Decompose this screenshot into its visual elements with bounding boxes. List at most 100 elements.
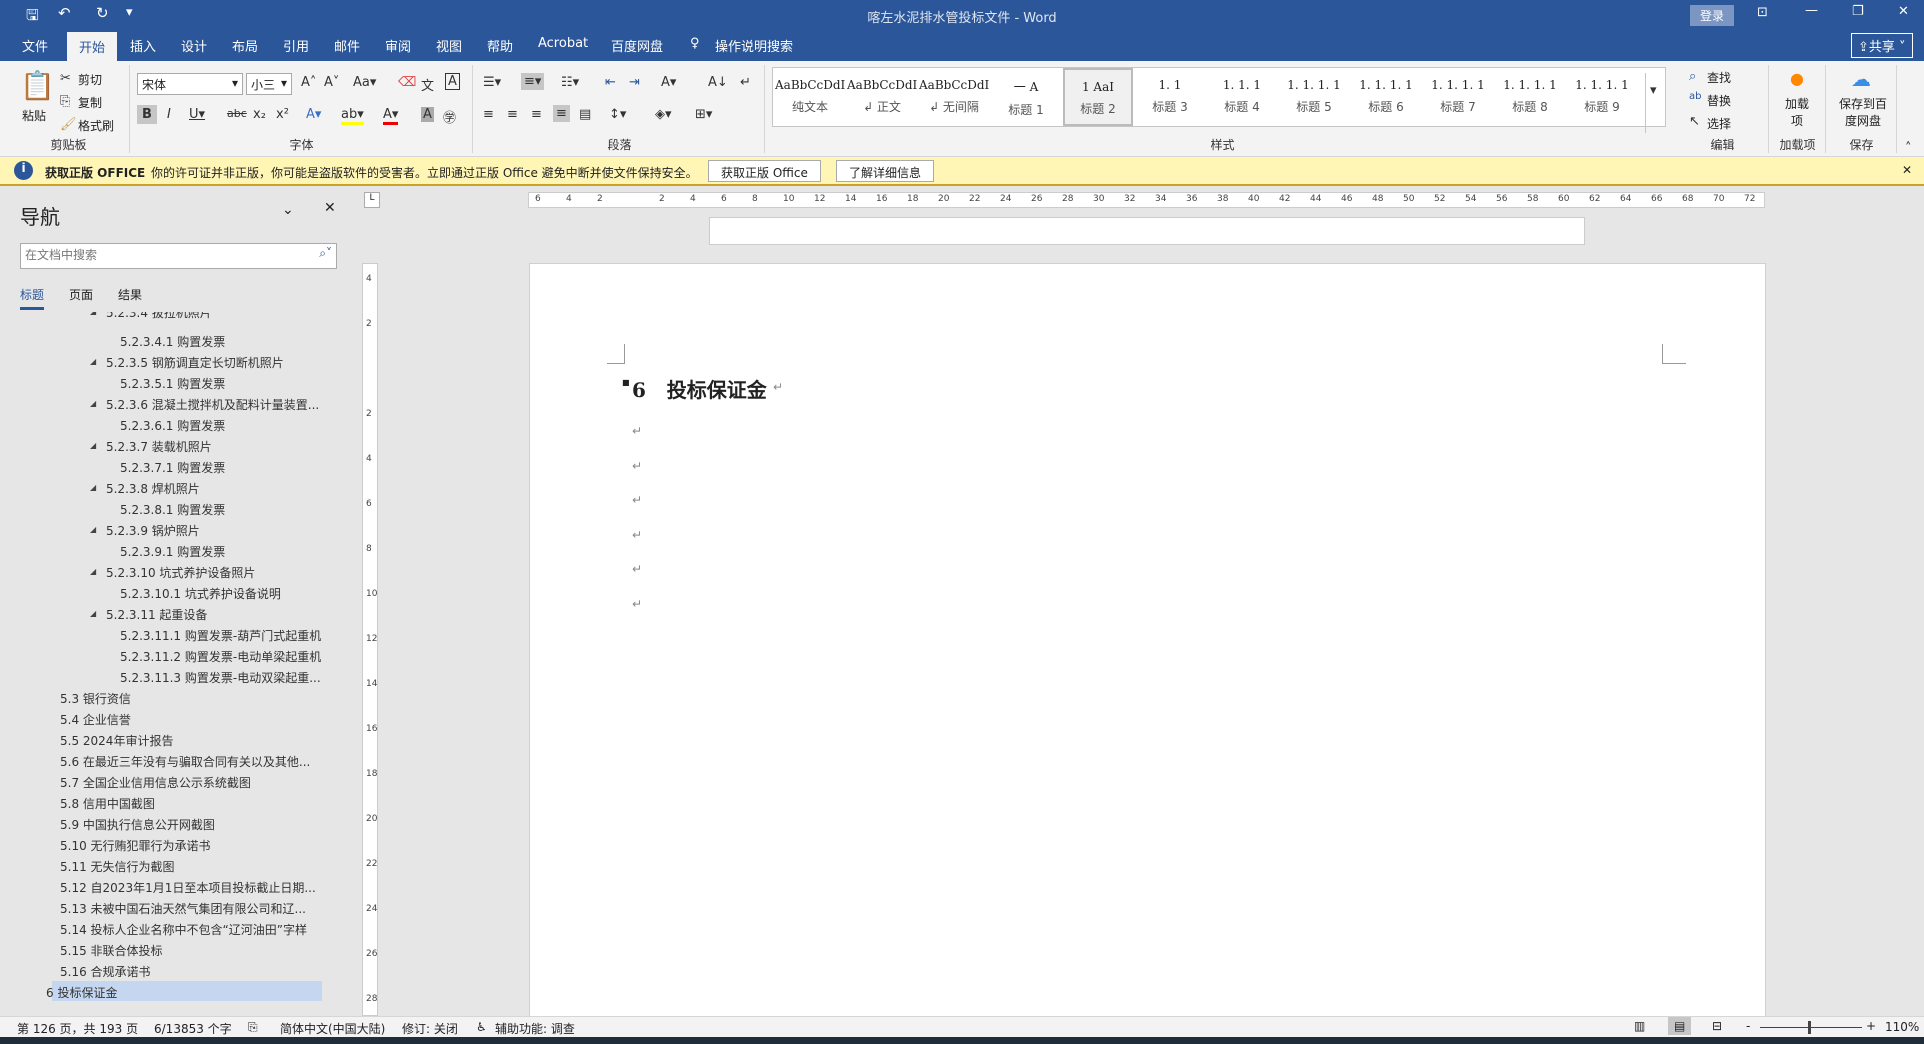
- nav-heading-item[interactable]: 5.16 合规承诺书: [60, 963, 151, 980]
- login-button[interactable]: 登录: [1690, 5, 1735, 26]
- nav-heading-item[interactable]: 5.2.3.5 钢筋调直定长切断机照片: [106, 354, 284, 371]
- tab-help[interactable]: 帮助: [487, 36, 513, 55]
- align-right-icon[interactable]: ≡: [531, 107, 542, 122]
- infobar-close-icon[interactable]: ✕: [1902, 163, 1912, 177]
- nav-heading-item[interactable]: 5.2.3.7 装载机照片: [106, 438, 212, 455]
- nav-heading-item[interactable]: 5.2.3.10 坑式养护设备照片: [106, 564, 255, 581]
- sort-icon[interactable]: A↓: [708, 75, 728, 90]
- tell-me-search[interactable]: 操作说明搜索: [715, 36, 793, 55]
- bullets-icon[interactable]: ☰▾: [483, 75, 501, 90]
- tab-mailings[interactable]: 邮件: [334, 36, 360, 55]
- enclose-char-icon[interactable]: ㊫: [443, 107, 456, 126]
- style-7[interactable]: 1. 1. 1. 1 标题 5: [1279, 68, 1349, 126]
- collapse-triangle-icon[interactable]: ◢: [90, 357, 96, 366]
- nav-heading-item[interactable]: 5.15 非联合体投标: [60, 942, 163, 959]
- collapse-triangle-icon[interactable]: ◢: [90, 567, 96, 576]
- page-count[interactable]: 第 126 页，共 193 页: [17, 1020, 138, 1037]
- numbering-icon[interactable]: ≡▾: [521, 73, 545, 90]
- subscript-icon[interactable]: x₂: [253, 107, 266, 122]
- superscript-icon[interactable]: x²: [276, 107, 289, 122]
- increase-indent-icon[interactable]: ⇥: [629, 75, 640, 90]
- print-layout-icon[interactable]: ▤: [1668, 1017, 1692, 1035]
- nav-heading-item[interactable]: 5.2.3.6 混凝土搅拌机及配料计量装置...: [106, 396, 319, 413]
- get-genuine-button[interactable]: 获取正版 Office: [708, 160, 821, 182]
- style-0[interactable]: AaBbCcDdI 纯文本: [775, 68, 845, 126]
- document-heading[interactable]: 6 投标保证金: [632, 374, 767, 403]
- nav-heading-item[interactable]: 5.12 自2023年1月1日至本项目投标截止日期...: [60, 879, 316, 896]
- strikethrough-icon[interactable]: abc: [227, 107, 247, 120]
- collapse-ribbon-icon[interactable]: ˄: [1905, 141, 1912, 156]
- style-3[interactable]: 一 A 标题 1: [991, 68, 1061, 126]
- format-painter-button[interactable]: 格式刷: [78, 117, 114, 134]
- char-border-icon[interactable]: A: [445, 73, 460, 90]
- line-spacing-icon[interactable]: ↕▾: [609, 107, 626, 122]
- italic-icon[interactable]: I: [167, 107, 171, 122]
- track-changes[interactable]: 修订: 关闭: [402, 1020, 458, 1037]
- style-4[interactable]: 1 AaI 标题 2: [1063, 68, 1133, 126]
- paste-icon[interactable]: 📋: [20, 69, 55, 102]
- nav-close-icon[interactable]: ✕: [324, 200, 336, 216]
- zoom-slider-thumb[interactable]: [1808, 1021, 1811, 1034]
- nav-tab-results[interactable]: 结果: [118, 286, 142, 303]
- document-page[interactable]: ■ 6 投标保证金 ↵ ↵ ↵ ↵ ↵ ↵ ↵: [529, 263, 1766, 1023]
- select-button[interactable]: 选择: [1707, 115, 1731, 132]
- font-color-icon[interactable]: A▾: [383, 107, 399, 125]
- nav-search-input[interactable]: 在文档中搜索 ⌕˅: [20, 243, 337, 269]
- highlight-icon[interactable]: ab▾: [341, 107, 364, 125]
- nav-heading-item[interactable]: 5.5 2024年审计报告: [60, 732, 173, 749]
- tab-file[interactable]: 文件: [22, 36, 48, 55]
- tab-references[interactable]: 引用: [283, 36, 309, 55]
- styles-more-icon[interactable]: ▾: [1645, 73, 1661, 133]
- grow-font-icon[interactable]: A˄: [301, 75, 316, 90]
- tab-layout[interactable]: 布局: [232, 36, 258, 55]
- font-name-select[interactable]: 宋体 ▾: [137, 73, 243, 95]
- nav-heading-item[interactable]: 5.3 银行资信: [60, 690, 131, 707]
- char-shading-icon[interactable]: A: [421, 107, 434, 122]
- read-mode-icon[interactable]: ▥: [1634, 1019, 1645, 1033]
- asian-layout-icon[interactable]: A▾: [661, 75, 676, 90]
- decrease-indent-icon[interactable]: ⇤: [605, 75, 616, 90]
- zoom-level[interactable]: 110%: [1885, 1020, 1919, 1034]
- tab-design[interactable]: 设计: [181, 36, 207, 55]
- nav-heading-item[interactable]: 5.7 全国企业信用信息公示系统截图: [60, 774, 251, 791]
- word-count[interactable]: 6/13853 个字: [154, 1020, 232, 1037]
- collapse-triangle-icon[interactable]: ◢: [90, 483, 96, 492]
- nav-tab-pages[interactable]: 页面: [69, 286, 93, 303]
- addins-button[interactable]: 加载项: [1782, 95, 1812, 129]
- change-case-icon[interactable]: Aa▾: [353, 75, 376, 90]
- learn-more-button[interactable]: 了解详细信息: [836, 160, 935, 182]
- nav-heading-item[interactable]: 5.2.3.10.1 坑式养护设备说明: [120, 585, 281, 602]
- collapse-triangle-icon[interactable]: ◢: [90, 312, 96, 316]
- paste-button[interactable]: 粘贴: [22, 107, 46, 124]
- shrink-font-icon[interactable]: A˅: [324, 75, 339, 90]
- nav-heading-item[interactable]: 5.10 无行贿犯罪行为承诺书: [60, 837, 211, 854]
- bold-icon[interactable]: B: [137, 105, 157, 124]
- collapse-triangle-icon[interactable]: ◢: [90, 609, 96, 618]
- minimize-icon[interactable]: —: [1805, 3, 1818, 18]
- nav-heading-item[interactable]: 5.2.3.4.1 购置发票: [120, 333, 225, 350]
- style-9[interactable]: 1. 1. 1. 1 标题 7: [1423, 68, 1493, 126]
- show-marks-icon[interactable]: ↵: [740, 75, 751, 90]
- style-2[interactable]: AaBbCcDdI ↲ 无间隔: [919, 68, 989, 126]
- font-size-select[interactable]: 小三 ▾: [246, 73, 292, 95]
- shading-icon[interactable]: ◈▾: [655, 107, 672, 122]
- accessibility-status[interactable]: 辅助功能: 调查: [495, 1020, 575, 1037]
- borders-icon[interactable]: ⊞▾: [695, 107, 712, 122]
- style-1[interactable]: AaBbCcDdI ↲ 正文: [847, 68, 917, 126]
- tab-review[interactable]: 审阅: [385, 36, 411, 55]
- vertical-ruler[interactable]: 4 2 2 4 6 8 10 12 14 16 18 20 22 24 26 28: [362, 263, 378, 1016]
- style-5[interactable]: 1. 1 标题 3: [1135, 68, 1205, 126]
- align-center-icon[interactable]: ≡: [507, 107, 518, 122]
- nav-heading-item[interactable]: 5.2.3.11.2 购置发票-电动单梁起重机: [120, 648, 321, 665]
- web-layout-icon[interactable]: ⊟: [1712, 1019, 1722, 1033]
- collapse-triangle-icon[interactable]: ◢: [90, 525, 96, 534]
- close-icon[interactable]: ✕: [1898, 4, 1909, 19]
- find-button[interactable]: 查找: [1707, 69, 1731, 86]
- ribbon-display-icon[interactable]: ⊡: [1757, 5, 1768, 20]
- tab-acrobat[interactable]: Acrobat: [538, 36, 588, 51]
- nav-heading-item[interactable]: 5.2.3.8.1 购置发票: [120, 501, 225, 518]
- justify-icon[interactable]: ≡: [553, 105, 570, 122]
- nav-heading-item[interactable]: 5.13 未被中国石油天然气集团有限公司和辽...: [60, 900, 306, 917]
- nav-heading-item[interactable]: 5.2.3.7.1 购置发票: [120, 459, 225, 476]
- distributed-icon[interactable]: ▤: [579, 107, 591, 122]
